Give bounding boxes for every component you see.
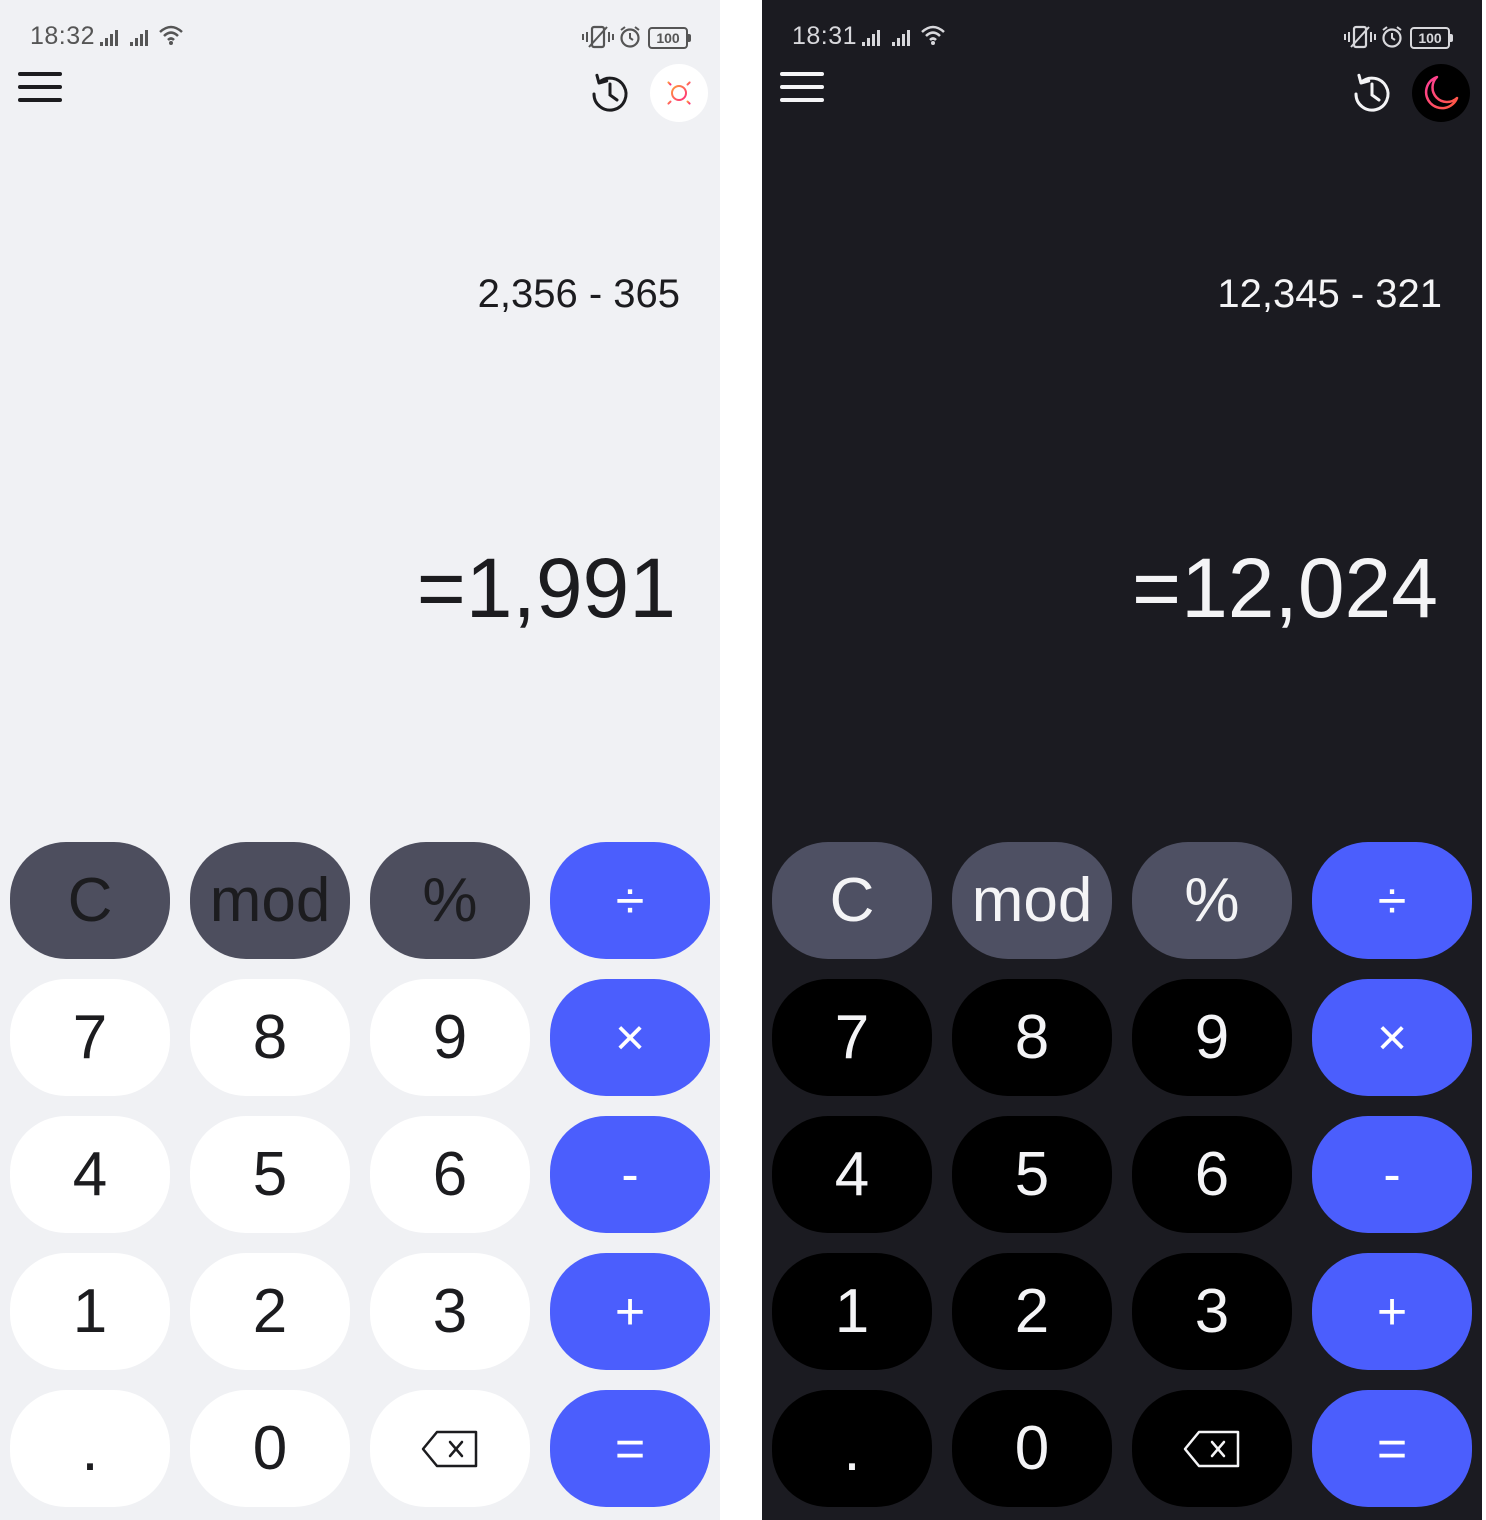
moon-icon bbox=[1424, 75, 1459, 110]
menu-button[interactable] bbox=[18, 72, 62, 110]
toolbar bbox=[0, 60, 720, 126]
status-time: 18:32 bbox=[30, 22, 96, 50]
decimal-point-button[interactable]: . bbox=[10, 1390, 170, 1507]
expression-display: 12,345 - 321 bbox=[1217, 272, 1442, 316]
alarm-icon bbox=[620, 26, 640, 48]
menu-icon-bar bbox=[780, 72, 824, 76]
status-time: 18:31 bbox=[792, 22, 858, 50]
signal-icon bbox=[130, 30, 148, 46]
vibrate-icon bbox=[1344, 25, 1376, 49]
percent-button[interactable]: % bbox=[1132, 842, 1292, 959]
menu-icon-bar bbox=[780, 98, 824, 102]
digit-9-button[interactable]: 9 bbox=[1132, 979, 1292, 1096]
digit-1-button[interactable]: 1 bbox=[10, 1253, 170, 1370]
digit-7-button[interactable]: 7 bbox=[10, 979, 170, 1096]
keypad: C mod % ÷ 7 8 9 × 4 5 6 - 1 2 3 + . 0 = bbox=[10, 842, 710, 1507]
digit-4-button[interactable]: 4 bbox=[772, 1116, 932, 1233]
equals-button[interactable]: = bbox=[550, 1390, 710, 1507]
signal-icon bbox=[892, 30, 910, 46]
toolbar bbox=[762, 60, 1482, 126]
digit-6-button[interactable]: 6 bbox=[370, 1116, 530, 1233]
backspace-button[interactable] bbox=[1132, 1390, 1292, 1507]
divide-button[interactable]: ÷ bbox=[550, 842, 710, 959]
backspace-icon bbox=[421, 1430, 478, 1467]
result-display: =12,024 bbox=[1132, 541, 1438, 635]
signal-icon bbox=[100, 30, 118, 46]
calculator-screen-light: 18:32 100 2,356 - 365 =1,991 C mod % ÷ 7… bbox=[0, 0, 720, 1520]
digit-3-button[interactable]: 3 bbox=[1132, 1253, 1292, 1370]
digit-0-button[interactable]: 0 bbox=[190, 1390, 350, 1507]
battery-icon: 100 bbox=[1410, 27, 1453, 49]
menu-icon-bar bbox=[18, 98, 62, 102]
signal-icon bbox=[862, 30, 880, 46]
plus-button[interactable]: + bbox=[1312, 1253, 1472, 1370]
menu-button[interactable] bbox=[780, 72, 824, 110]
minus-button[interactable]: - bbox=[550, 1116, 710, 1233]
digit-3-button[interactable]: 3 bbox=[370, 1253, 530, 1370]
digit-7-button[interactable]: 7 bbox=[772, 979, 932, 1096]
wifi-icon bbox=[921, 25, 945, 45]
history-icon[interactable] bbox=[1348, 70, 1396, 118]
backspace-icon bbox=[1183, 1430, 1240, 1467]
percent-button[interactable]: % bbox=[370, 842, 530, 959]
equals-button[interactable]: = bbox=[1312, 1390, 1472, 1507]
backspace-button[interactable] bbox=[370, 1390, 530, 1507]
result-display: =1,991 bbox=[416, 541, 676, 635]
digit-0-button[interactable]: 0 bbox=[952, 1390, 1112, 1507]
digit-5-button[interactable]: 5 bbox=[952, 1116, 1112, 1233]
minus-button[interactable]: - bbox=[1312, 1116, 1472, 1233]
digit-6-button[interactable]: 6 bbox=[1132, 1116, 1292, 1233]
digit-4-button[interactable]: 4 bbox=[10, 1116, 170, 1233]
keypad: C mod % ÷ 7 8 9 × 4 5 6 - 1 2 3 + . 0 = bbox=[772, 842, 1472, 1507]
digit-9-button[interactable]: 9 bbox=[370, 979, 530, 1096]
alarm-icon bbox=[1382, 26, 1402, 48]
decimal-point-button[interactable]: . bbox=[772, 1390, 932, 1507]
mod-button[interactable]: mod bbox=[952, 842, 1112, 959]
digit-1-button[interactable]: 1 bbox=[772, 1253, 932, 1370]
calculator-screen-dark: 18:31 100 12,345 - 321 =12,024 C mod % ÷… bbox=[762, 0, 1482, 1520]
sun-icon bbox=[663, 77, 695, 109]
history-icon[interactable] bbox=[586, 70, 634, 118]
theme-toggle-button[interactable] bbox=[650, 64, 708, 122]
plus-button[interactable]: + bbox=[550, 1253, 710, 1370]
expression-display: 2,356 - 365 bbox=[477, 272, 680, 316]
mod-button[interactable]: mod bbox=[190, 842, 350, 959]
digit-8-button[interactable]: 8 bbox=[190, 979, 350, 1096]
theme-toggle-button[interactable] bbox=[1412, 64, 1470, 122]
wifi-icon bbox=[159, 25, 183, 45]
menu-icon-bar bbox=[18, 85, 62, 89]
menu-icon-bar bbox=[780, 85, 824, 89]
battery-icon: 100 bbox=[648, 27, 691, 49]
digit-2-button[interactable]: 2 bbox=[190, 1253, 350, 1370]
multiply-button[interactable]: × bbox=[550, 979, 710, 1096]
clear-button[interactable]: C bbox=[772, 842, 932, 959]
menu-icon-bar bbox=[18, 72, 62, 76]
vibrate-icon bbox=[582, 25, 614, 49]
divide-button[interactable]: ÷ bbox=[1312, 842, 1472, 959]
digit-5-button[interactable]: 5 bbox=[190, 1116, 350, 1233]
multiply-button[interactable]: × bbox=[1312, 979, 1472, 1096]
digit-2-button[interactable]: 2 bbox=[952, 1253, 1112, 1370]
digit-8-button[interactable]: 8 bbox=[952, 979, 1112, 1096]
clear-button[interactable]: C bbox=[10, 842, 170, 959]
